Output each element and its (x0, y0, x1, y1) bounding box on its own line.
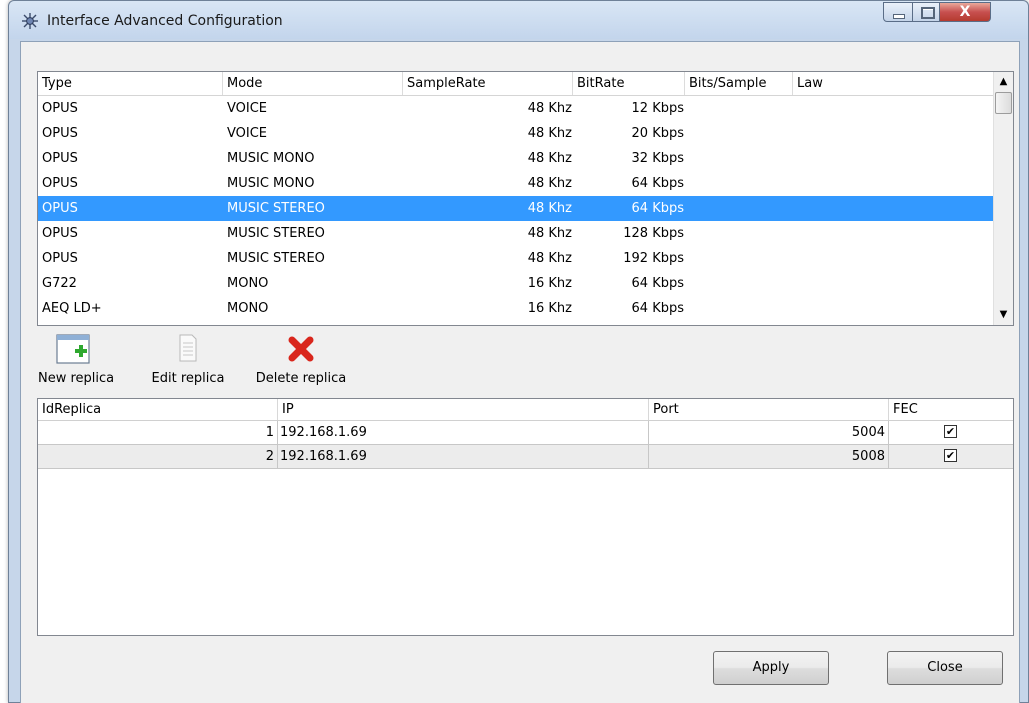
codec-row[interactable]: AEQ LD+ MONO 16 Khz 64 Kbps (38, 296, 994, 321)
delete-replica-button[interactable]: Delete replica (250, 333, 352, 386)
codec-row[interactable]: OPUS MUSIC STEREO 48 Khz 128 Kbps (38, 221, 994, 246)
codec-samplerate: 48 Khz (527, 151, 572, 166)
codec-samplerate: 48 Khz (527, 101, 572, 116)
codec-mode: MONO (227, 276, 269, 291)
codec-mode: VOICE (227, 101, 268, 116)
new-replica-button[interactable]: New replica (38, 333, 115, 386)
codec-samplerate: 48 Khz (527, 126, 572, 141)
codec-row[interactable]: G722 MONO 16 Khz 64 Kbps (38, 271, 994, 296)
replica-id: 2 (38, 445, 278, 468)
fec-checkbox[interactable]: ✔ (944, 449, 957, 462)
column-header-bitrate[interactable]: BitRate (573, 72, 685, 95)
apply-button[interactable]: Apply (713, 651, 829, 685)
scroll-up-arrow-icon[interactable]: ▲ (994, 72, 1013, 92)
codec-type: OPUS (42, 226, 78, 241)
codec-bitrate: 64 Kbps (631, 176, 684, 191)
minimize-button[interactable] (883, 2, 913, 22)
codec-bitrate: 64 Kbps (631, 276, 684, 291)
codec-list[interactable]: Type Mode SampleRate BitRate Bits/Sample… (37, 71, 1014, 326)
replica-ip: 192.168.1.69 (278, 421, 649, 444)
window-title: Interface Advanced Configuration (47, 13, 283, 29)
codec-bitrate: 20 Kbps (631, 126, 684, 141)
codec-mode: MUSIC MONO (227, 176, 315, 191)
codec-bitrate: 64 Kbps (631, 301, 684, 316)
fec-checkbox[interactable]: ✔ (944, 425, 957, 438)
column-header-type[interactable]: Type (38, 72, 223, 95)
replica-id: 1 (38, 421, 278, 444)
codec-mode: MUSIC STEREO (227, 251, 325, 266)
codec-bitrate: 32 Kbps (631, 151, 684, 166)
codec-type: OPUS (42, 176, 78, 191)
column-header-ip[interactable]: IP (278, 399, 649, 420)
close-window-button[interactable]: X (939, 2, 991, 22)
replica-fec-cell: ✔ (889, 421, 1013, 444)
codec-list-header: Type Mode SampleRate BitRate Bits/Sample… (38, 72, 994, 96)
close-icon: X (959, 4, 971, 20)
codec-type: OPUS (42, 201, 78, 216)
codec-mode: MUSIC STEREO (227, 226, 325, 241)
scroll-down-arrow-icon[interactable]: ▼ (994, 305, 1013, 325)
delete-replica-label: Delete replica (255, 371, 347, 386)
codec-mode: MUSIC MONO (227, 151, 315, 166)
codec-type: OPUS (42, 251, 78, 266)
codec-samplerate: 16 Khz (527, 301, 572, 316)
codec-type: G722 (42, 276, 77, 291)
codec-type: OPUS (42, 101, 78, 116)
codec-list-scrollbar[interactable]: ▲ ▼ (993, 72, 1013, 325)
new-replica-icon (56, 334, 90, 364)
replica-fec-cell: ✔ (889, 445, 1013, 468)
column-header-fec[interactable]: FEC (889, 399, 1013, 420)
codec-samplerate: 16 Khz (527, 276, 572, 291)
codec-mode: VOICE (227, 126, 268, 141)
codec-samplerate: 48 Khz (527, 201, 572, 216)
codec-type: AEQ LD+ (42, 301, 102, 316)
column-header-mode[interactable]: Mode (223, 72, 403, 95)
edit-replica-label: Edit replica (151, 371, 225, 386)
codec-type: OPUS (42, 126, 78, 141)
column-header-law[interactable]: Law (793, 72, 994, 95)
replica-row[interactable]: 1 192.168.1.69 5004 ✔ (38, 421, 1013, 445)
codec-row[interactable]: OPUS VOICE 48 Khz 12 Kbps (38, 96, 994, 121)
edit-replica-button[interactable]: Edit replica (147, 333, 229, 386)
scrollbar-thumb[interactable] (995, 92, 1012, 114)
column-header-idreplica[interactable]: IdReplica (38, 399, 278, 420)
replica-grid-header: IdReplica IP Port FEC (38, 399, 1013, 421)
replica-ip: 192.168.1.69 (278, 445, 649, 468)
codec-row-selected[interactable]: OPUS MUSIC STEREO 48 Khz 64 Kbps (38, 196, 994, 221)
codec-row[interactable]: OPUS VOICE 48 Khz 20 Kbps (38, 121, 994, 146)
codec-row[interactable]: OPUS MUSIC STEREO 48 Khz 192 Kbps (38, 246, 994, 271)
column-header-port[interactable]: Port (649, 399, 889, 420)
codec-samplerate: 48 Khz (527, 226, 572, 241)
codec-bitrate: 128 Kbps (623, 226, 684, 241)
codec-row[interactable]: OPUS MUSIC MONO 48 Khz 64 Kbps (38, 171, 994, 196)
replica-row[interactable]: 2 192.168.1.69 5008 ✔ (38, 445, 1013, 469)
app-icon (22, 13, 38, 29)
codec-samplerate: 48 Khz (527, 176, 572, 191)
maximize-button[interactable] (912, 2, 940, 22)
replica-port: 5004 (649, 421, 889, 444)
title-bar[interactable]: Interface Advanced Configuration X (9, 1, 1028, 39)
codec-samplerate: 48 Khz (527, 251, 572, 266)
codec-mode: MONO (227, 301, 269, 316)
close-button[interactable]: Close (887, 651, 1003, 685)
column-header-samplerate[interactable]: SampleRate (403, 72, 573, 95)
codec-bitrate: 64 Kbps (631, 201, 684, 216)
dialog-window: Interface Advanced Configuration X Type … (8, 0, 1029, 703)
codec-row[interactable]: OPUS MUSIC MONO 48 Khz 32 Kbps (38, 146, 994, 171)
replica-grid[interactable]: IdReplica IP Port FEC 1 192.168.1.69 500… (37, 398, 1014, 636)
codec-type: OPUS (42, 151, 78, 166)
replica-port: 5008 (649, 445, 889, 468)
new-replica-label: New replica (38, 371, 115, 386)
document-icon (179, 334, 197, 362)
codec-bitrate: 192 Kbps (623, 251, 684, 266)
column-header-bits-per-sample[interactable]: Bits/Sample (685, 72, 793, 95)
codec-mode: MUSIC STEREO (227, 201, 325, 216)
dialog-body: Type Mode SampleRate BitRate Bits/Sample… (20, 41, 1020, 703)
codec-bitrate: 12 Kbps (631, 101, 684, 116)
red-x-icon (288, 336, 314, 362)
